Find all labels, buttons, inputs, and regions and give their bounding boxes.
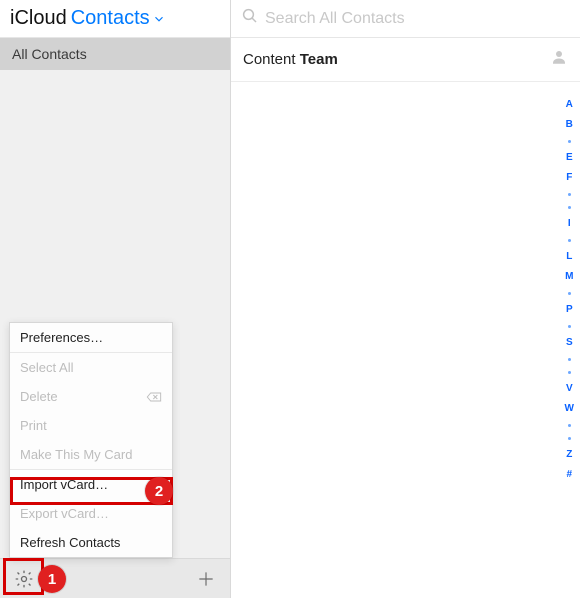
- index-dot: [568, 193, 571, 196]
- contact-last: Team: [300, 51, 338, 68]
- menu-item-label: Import vCard…: [20, 477, 108, 492]
- index-dot: [568, 140, 571, 143]
- contact-first: Content: [243, 51, 296, 68]
- menu-item-label: Print: [20, 418, 47, 433]
- index-letter[interactable]: A: [566, 100, 573, 110]
- plus-icon[interactable]: [196, 569, 216, 589]
- index-dot: [568, 206, 571, 209]
- index-dot: [568, 424, 571, 427]
- menu-item-label: Export vCard…: [20, 506, 109, 521]
- sidebar-item-label: All Contacts: [12, 46, 87, 62]
- section-dropdown[interactable]: Contacts: [71, 7, 166, 30]
- index-letter[interactable]: B: [566, 120, 573, 130]
- menu-item-refresh[interactable]: Refresh Contacts: [10, 528, 172, 557]
- menu-item-export-vcard[interactable]: Export vCard…: [10, 499, 172, 528]
- menu-item-label: Make This My Card: [20, 447, 132, 462]
- index-letter[interactable]: M: [565, 272, 573, 282]
- chevron-down-icon: [152, 12, 166, 26]
- contact-row[interactable]: Content Team: [231, 38, 580, 82]
- menu-item-label: Refresh Contacts: [20, 535, 120, 550]
- menu-item-import-vcard[interactable]: Import vCard…: [10, 470, 172, 499]
- menu-item-label: Select All: [20, 360, 73, 375]
- section-label: Contacts: [71, 7, 150, 30]
- gear-icon[interactable]: [14, 569, 34, 589]
- index-dot: [568, 371, 571, 374]
- menu-item-print[interactable]: Print: [10, 411, 172, 440]
- contact-name: Content Team: [243, 51, 338, 68]
- index-dot: [568, 239, 571, 242]
- sidebar-header: iCloud Contacts: [0, 0, 230, 38]
- menu-item-delete[interactable]: Delete: [10, 382, 172, 411]
- menu-item-label: Preferences…: [20, 330, 103, 345]
- sidebar-item-all-contacts[interactable]: All Contacts: [0, 38, 230, 70]
- index-letter[interactable]: Z: [566, 450, 572, 460]
- index-dot: [568, 358, 571, 361]
- index-letter[interactable]: #: [566, 470, 572, 480]
- search-input[interactable]: [265, 10, 570, 28]
- avatar-icon: [550, 48, 568, 71]
- index-letter[interactable]: V: [566, 384, 573, 394]
- index-letter[interactable]: I: [568, 219, 571, 229]
- index-dot: [568, 325, 571, 328]
- menu-item-select-all[interactable]: Select All: [10, 353, 172, 382]
- app-root: iCloud Contacts All Contacts: [0, 0, 580, 598]
- brand-label: iCloud: [10, 7, 67, 30]
- index-letter[interactable]: F: [566, 173, 572, 183]
- sidebar-footer: [0, 558, 230, 598]
- index-letter[interactable]: W: [565, 404, 574, 414]
- index-letter[interactable]: S: [566, 338, 573, 348]
- backspace-icon: [146, 391, 162, 403]
- actions-menu: Preferences… Select All Delete Print Ma: [9, 322, 173, 558]
- index-letter[interactable]: E: [566, 153, 573, 163]
- menu-item-make-my-card[interactable]: Make This My Card: [10, 440, 172, 469]
- alpha-index: AB EF I LM P S VW Z #: [565, 100, 574, 480]
- sidebar: iCloud Contacts All Contacts: [0, 0, 231, 598]
- search-icon: [241, 7, 259, 30]
- search-row: [231, 0, 580, 38]
- menu-item-preferences[interactable]: Preferences…: [10, 323, 172, 352]
- main-pane: Content Team AB EF I LM P S VW Z #: [231, 0, 580, 598]
- index-dot: [568, 292, 571, 295]
- index-dot: [568, 437, 571, 440]
- menu-item-label: Delete: [20, 389, 58, 404]
- index-letter[interactable]: L: [566, 252, 572, 262]
- index-letter[interactable]: P: [566, 305, 573, 315]
